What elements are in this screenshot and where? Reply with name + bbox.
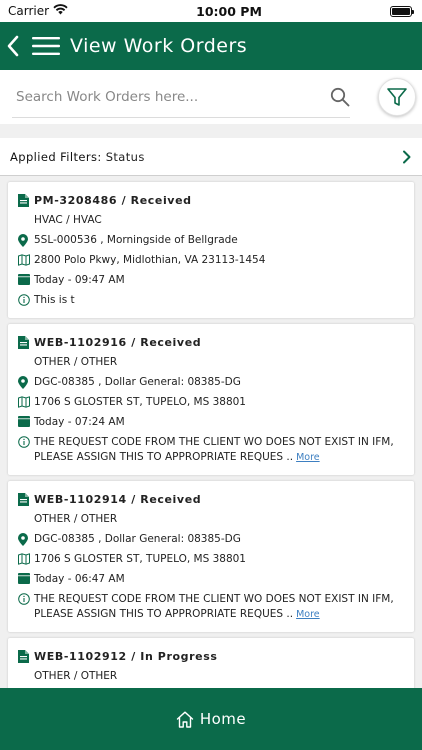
address-text: 1706 S GLOSTER ST, TUPELO, MS 38801 [34,395,246,408]
category-text: OTHER / OTHER [34,512,118,525]
work-order-card[interactable]: WEB-1102912 / In Progress OTHER / OTHER [8,638,414,694]
work-order-card[interactable]: PM-3208486 / Received HVAC / HVAC 5SL-00… [8,182,414,318]
work-order-date: Today - 07:24 AM [18,412,404,432]
work-order-address: 1706 S GLOSTER ST, TUPELO, MS 38801 [18,549,404,569]
home-button[interactable]: Home [0,688,422,750]
location-pin-icon [18,532,34,546]
work-order-header: WEB-1102914 / Received [18,489,404,509]
document-icon [18,649,34,663]
work-order-header: PM-3208486 / Received [18,190,404,210]
location-pin-icon [18,233,34,247]
calendar-icon [18,273,34,285]
work-order-header: WEB-1102916 / Received [18,332,404,352]
work-order-category: OTHER / OTHER [18,352,404,372]
applied-filters-value: Status [105,149,145,164]
date-text: Today - 09:47 AM [34,273,125,286]
more-link[interactable]: More [296,609,320,620]
note-line-2: PLEASE ASSIGN THIS TO APPROPRIATE REQUES… [34,450,294,463]
work-order-card[interactable]: WEB-1102916 / Received OTHER / OTHER DGC… [8,324,414,475]
menu-icon[interactable] [32,36,60,56]
search-icon[interactable] [330,87,350,107]
filter-icon [386,86,408,108]
map-icon [18,552,34,565]
nav-bar: View Work Orders [0,22,422,70]
info-icon [18,293,34,306]
page-title: View Work Orders [70,35,248,57]
location-pin-icon [18,375,34,389]
search-box [12,76,350,118]
wifi-icon [53,4,68,18]
work-order-list: PM-3208486 / Received HVAC / HVAC 5SL-00… [0,176,422,694]
date-text: Today - 07:24 AM [34,415,125,428]
work-order-date: Today - 09:47 AM [18,270,404,290]
work-order-note: THE REQUEST CODE FROM THE CLIENT WO DOES… [18,589,404,624]
carrier-label: Carrier [8,4,50,18]
address-text: 2800 Polo Pkwy, Midlothian, VA 23113-145… [34,253,266,266]
note-line-1: THE REQUEST CODE FROM THE CLIENT WO DOES… [34,592,394,605]
work-order-title: WEB-1102912 / In Progress [34,649,218,663]
home-icon [176,711,194,728]
work-order-title: PM-3208486 / Received [34,193,192,207]
more-link[interactable]: More [296,452,320,463]
applied-filters-text: Applied Filters: Status [10,150,145,164]
work-order-category: HVAC / HVAC [18,210,404,230]
work-order-title: WEB-1102916 / Received [34,335,202,349]
date-text: Today - 06:47 AM [34,572,125,585]
location-text: 5SL-000536 , Morningside of Bellgrade [34,233,238,246]
work-order-card[interactable]: WEB-1102914 / Received OTHER / OTHER DGC… [8,481,414,632]
work-order-note: This is t [18,290,404,310]
document-icon [18,335,34,349]
work-order-address: 2800 Polo Pkwy, Midlothian, VA 23113-145… [18,250,404,270]
location-text: DGC-08385 , Dollar General: 08385-DG [34,375,241,388]
search-input[interactable] [12,88,330,105]
note-text: This is t [34,293,75,306]
back-icon[interactable] [6,35,20,57]
work-order-title: WEB-1102914 / Received [34,492,202,506]
battery-icon [389,5,415,17]
filter-button[interactable] [378,78,416,116]
note-line-2: PLEASE ASSIGN THIS TO APPROPRIATE REQUES… [34,607,294,620]
work-order-note: THE REQUEST CODE FROM THE CLIENT WO DOES… [18,432,404,467]
calendar-icon [18,572,34,584]
note-text: THE REQUEST CODE FROM THE CLIENT WO DOES… [34,435,394,465]
chevron-right-icon[interactable] [402,150,412,164]
address-text: 1706 S GLOSTER ST, TUPELO, MS 38801 [34,552,246,565]
map-icon [18,395,34,408]
applied-filters-row[interactable]: Applied Filters: Status [0,138,422,176]
work-order-header: WEB-1102912 / In Progress [18,646,404,666]
category-text: OTHER / OTHER [34,669,118,682]
work-order-date: Today - 06:47 AM [18,569,404,589]
work-order-category: OTHER / OTHER [18,666,404,686]
category-text: OTHER / OTHER [34,355,118,368]
map-icon [18,253,34,266]
applied-filters-label: Applied Filters: [10,149,102,164]
note-line-1: THE REQUEST CODE FROM THE CLIENT WO DOES… [34,435,394,448]
work-order-location: DGC-08385 , Dollar General: 08385-DG [18,529,404,549]
info-icon [18,592,34,605]
document-icon [18,492,34,506]
info-icon [18,435,34,448]
work-order-location: DGC-08385 , Dollar General: 08385-DG [18,372,404,392]
home-label: Home [199,710,247,728]
calendar-icon [18,415,34,427]
document-icon [18,193,34,207]
search-row [0,70,422,124]
category-text: HVAC / HVAC [34,213,102,226]
clock: 10:00 PM [196,3,262,19]
work-order-location: 5SL-000536 , Morningside of Bellgrade [18,230,404,250]
location-text: DGC-08385 , Dollar General: 08385-DG [34,532,241,545]
status-bar: Carrier 10:00 PM [0,0,422,22]
note-text: THE REQUEST CODE FROM THE CLIENT WO DOES… [34,592,394,622]
work-order-category: OTHER / OTHER [18,509,404,529]
work-order-address: 1706 S GLOSTER ST, TUPELO, MS 38801 [18,392,404,412]
